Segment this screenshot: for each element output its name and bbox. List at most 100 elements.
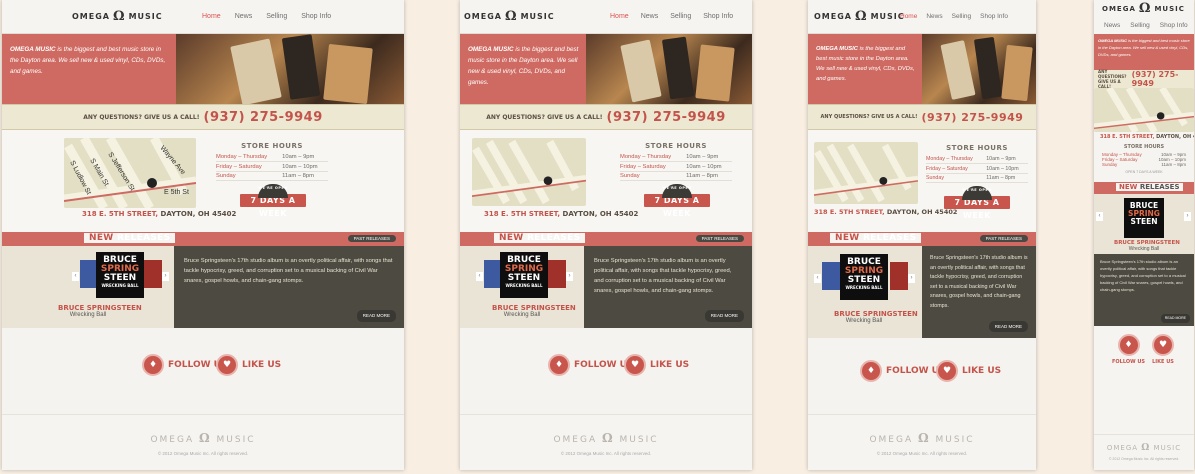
main-nav: Home News Selling Shop Info [610,13,733,20]
carousel-next-button[interactable]: › [1184,212,1191,221]
like-us-link[interactable]: ♥ LIKE US [216,354,281,376]
logo[interactable]: OMEGA Ω MUSIC [814,10,905,23]
call-bar: ANY QUESTIONS? GIVE US A CALL! (937) 275… [1094,69,1194,89]
nav-news[interactable]: News [1104,22,1120,29]
call-bar: ANY QUESTIONS? GIVE US A CALL! (937) 275… [460,104,752,130]
main-nav: Home News Selling Shop Info [202,13,331,20]
like-us-link[interactable]: ♥ LIKE US [624,354,689,376]
twitter-icon: ♦ [1117,334,1140,356]
phone-number[interactable]: (937) 275-9949 [921,111,1023,124]
past-releases-button[interactable]: PAST RELEASES [979,235,1028,242]
carousel-prev-button[interactable]: ‹ [1096,212,1103,221]
read-more-button[interactable]: READ MORE [1160,314,1190,323]
past-releases-button[interactable]: PAST RELEASES [695,235,744,242]
footer-logo: OMEGA Ω MUSIC [150,431,256,445]
phone-number[interactable]: (937) 275-9949 [607,110,726,125]
album-cover[interactable]: BRUCE SPRING STEEN WRECKING BALL [500,252,548,298]
phone-number[interactable]: (937) 275-9949 [1132,70,1194,88]
omega-icon: Ω [112,8,126,24]
store-map[interactable] [472,138,586,206]
album-carousel: BRUCE SPRING STEEN WRECKING BALL ‹ › BRUCE… [808,246,922,338]
store-hours: STORE HOURS Monday – Thursday 10am – 9pm … [620,142,732,182]
hero: OMEGA MUSIC is the biggest and best musi… [808,34,1036,104]
nav-selling[interactable]: Selling [1130,22,1150,29]
header: OMEGA Ω MUSIC Home News Selling Shop Info [460,0,752,34]
hours-day: Sunday [216,171,283,182]
logo[interactable]: OMEGA Ω MUSIC [464,10,555,23]
twitter-icon: ♦ [548,354,570,376]
header: OMEGA Ω MUSIC Home News Selling Shop Inf… [2,0,404,34]
follow-us-link[interactable]: ♦ FOLLOW US [548,354,633,376]
carousel-prev-button[interactable]: ‹ [72,272,79,281]
hero-text: OMEGA MUSIC is the biggest and best musi… [2,34,176,104]
past-releases-button[interactable]: PAST RELEASES [347,235,396,242]
omega-icon: Ω [1141,443,1151,453]
logo[interactable]: OMEGA Ω MUSIC [1102,2,1185,15]
album-artist: BRUCE SPRINGSTEEN Wrecking Ball [1114,240,1180,252]
carousel-prev-button[interactable]: ‹ [476,272,483,281]
open-badge: WE'RE OPEN 7 DAYS A WEEK [240,184,306,218]
hours-day: Friday – Saturday [216,161,283,172]
album-cover[interactable]: BRUCE SPRING STEEN WRECKING BALL [840,254,888,300]
logo-text-left: OMEGA [72,12,110,21]
logo[interactable]: OMEGA Ω MUSIC [72,8,163,24]
follow-us-link[interactable]: ♦ FOLLOW US [142,354,227,376]
like-us-link[interactable]: ♥ LIKE US [936,360,1001,382]
nav-shop-info[interactable]: Shop Info [301,13,331,20]
hero-text: OMEGA MUSIC is the biggest and best musi… [808,34,922,104]
footer: OMEGA Ω MUSIC © 2012 Omega Music Inc. Al… [2,414,404,470]
nav-home[interactable]: Home [900,13,917,20]
address: 318 E. 5TH STREET, DAYTON, OH 45402 [814,208,958,216]
nav-news[interactable]: News [926,13,942,20]
store-map[interactable]: S Jefferson St S Main St S Ludlow St Way… [64,138,196,208]
store-hours: STORE HOURS Monday – Thursday 10am – 9pm … [926,144,1028,184]
address: 318 E. 5TH STREET, DAYTON, OH 45402 [1100,134,1194,140]
read-more-button[interactable]: READ MORE [988,320,1028,332]
new-releases-title: NEW RELEASES [494,233,586,243]
header: OMEGA Ω MUSIC Home News Selling Shop Info [808,0,1036,34]
follow-us-link[interactable]: ♦ FOLLOW US [1112,334,1145,365]
hours-time: 10am – 9pm [282,153,328,163]
social-links: ♦ FOLLOW US ♥ LIKE US [2,328,404,414]
copyright: © 2012 Omega Music Inc. All rights reser… [157,451,249,456]
social-links: ♦ FOLLOW US ♥ LIKE US [460,328,752,414]
copyright: © 2012 Omega Music Inc. All rights reser… [1108,457,1180,461]
nav-selling[interactable]: Selling [952,13,972,20]
store-info: 318 E. 5TH STREET, DAYTON, OH 45402 STOR… [808,130,1036,232]
carousel-next-button[interactable]: › [908,274,915,283]
nav-shop-info[interactable]: Shop Info [1160,22,1188,29]
store-map[interactable] [1094,88,1194,132]
nav-news[interactable]: News [235,13,253,20]
phone-number[interactable]: (937) 275-9949 [204,110,323,125]
address-city: DAYTON, OH 45402 [160,210,237,218]
carousel-next-button[interactable]: › [566,272,573,281]
new-releases-title: NEW RELEASES [1116,183,1183,191]
nav-home[interactable]: Home [610,13,629,20]
social-links: ♦ FOLLOW US ♥ LIKE US [808,338,1036,424]
album-description: Bruce Springsteen's 17th studio album is… [584,246,752,328]
nav-shop-info[interactable]: Shop Info [703,13,733,20]
album-cover[interactable]: BRUCE SPRING STEEN [1124,198,1164,238]
album-artist: BRUCE SPRINGSTEEN Wrecking Ball [58,304,142,318]
footer: OMEGA Ω MUSIC © 2012 Omega Music Inc. Al… [460,414,752,470]
read-more-button[interactable]: READ MORE [356,310,396,322]
like-us-link[interactable]: ♥ LIKE US [1152,334,1174,365]
album-cover[interactable]: BRUCE SPRING STEEN WRECKING BALL [96,252,144,298]
store-info: S Jefferson St S Main St S Ludlow St Way… [2,130,404,232]
carousel-prev-button[interactable]: ‹ [814,274,821,283]
nav-selling[interactable]: Selling [670,13,691,20]
new-releases-bar: NEW RELEASES [1094,182,1194,194]
nav-shop-info[interactable]: Shop Info [980,13,1008,20]
carousel-next-button[interactable]: › [162,272,169,281]
read-more-button[interactable]: READ MORE [704,310,744,322]
nav-home[interactable]: Home [202,13,221,20]
hours-title: STORE HOURS [241,142,303,150]
follow-us-link[interactable]: ♦ FOLLOW US [860,360,945,382]
album-carousel: BRUCE SPRING STEEN WRECKING BALL ‹ › BRUCE… [460,246,584,328]
store-map[interactable] [814,142,918,204]
album-title: Wrecking Ball [69,312,107,318]
omega-icon: Ω [198,431,212,445]
nav-selling[interactable]: Selling [266,13,287,20]
hours-day: Monday – Thursday [216,153,283,163]
nav-news[interactable]: News [641,13,659,20]
